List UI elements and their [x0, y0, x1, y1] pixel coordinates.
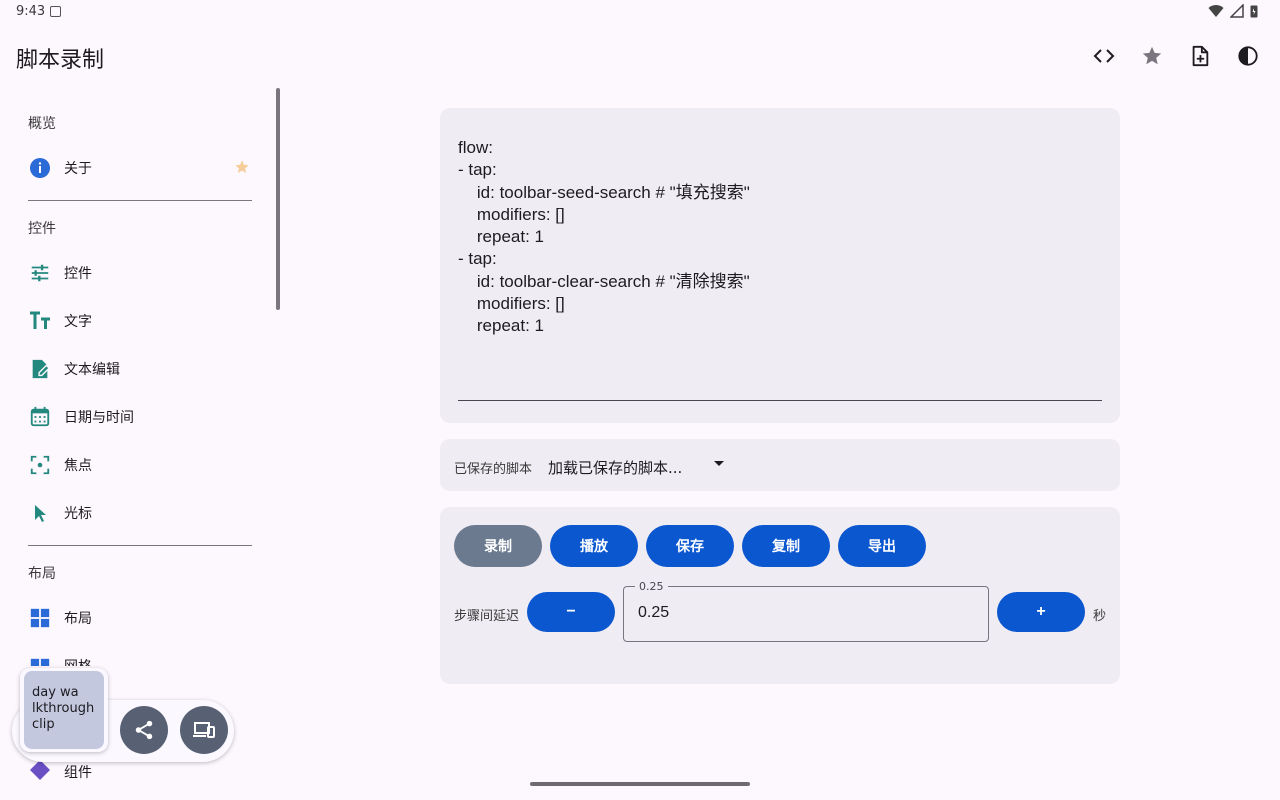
- sidebar-item-label: 文本编辑: [64, 362, 120, 378]
- sidebar-item-grid[interactable]: 网格: [28, 646, 252, 666]
- page-title: 脚本录制: [16, 48, 105, 73]
- sidebar-divider: [28, 200, 252, 201]
- saved-scripts-card: [440, 439, 1120, 491]
- save-button[interactable]: 保存: [646, 525, 734, 567]
- sidebar-scrollbar[interactable]: [276, 88, 280, 310]
- sidebar-item-cursor[interactable]: 光标: [28, 493, 252, 533]
- editor-underline: [458, 400, 1102, 401]
- sidebar-item-date-time[interactable]: 日期与时间: [28, 397, 252, 437]
- section-overview-title: 概览: [28, 116, 56, 132]
- starred-star-icon: [234, 159, 250, 179]
- sidebar-item-label: 组件: [64, 765, 92, 780]
- sidebar-item-text[interactable]: 文字: [28, 301, 252, 341]
- dashboard-icon: [28, 606, 52, 630]
- seconds-unit-label: 秒: [1093, 609, 1107, 624]
- sidebar-item-text-edit[interactable]: 文本编辑: [28, 349, 252, 389]
- note-add-icon: [1192, 45, 1209, 67]
- sidebar-divider: [28, 545, 252, 546]
- record-button[interactable]: 录制: [454, 525, 542, 567]
- devices-button[interactable]: [180, 706, 228, 754]
- sidebar-item-layout[interactable]: 布局: [28, 598, 252, 638]
- devices-icon: [193, 722, 215, 738]
- section-layout-title: 布局: [28, 566, 56, 582]
- diamond-icon: [30, 760, 50, 780]
- saved-scripts-selected: 加载已保存的脚本...: [548, 458, 683, 477]
- signal-icon: [1230, 4, 1244, 18]
- sidebar-item-partial[interactable]: 组件: [30, 760, 110, 780]
- star-icon: [1142, 46, 1162, 65]
- status-time: 9:43: [16, 4, 46, 19]
- sidebar-item-label: 焦点: [64, 458, 92, 474]
- cursor-icon: [28, 501, 52, 525]
- wifi-icon: [1208, 5, 1224, 18]
- script-editor-text[interactable]: flow: - tap: id: toolbar-seed-search # "…: [458, 137, 1102, 338]
- decrement-button[interactable]: −: [527, 592, 615, 632]
- sidebar-item-label: 关于: [64, 161, 92, 177]
- copy-button[interactable]: 复制: [742, 525, 830, 567]
- export-button[interactable]: 导出: [838, 525, 926, 567]
- grid-icon: [28, 656, 52, 666]
- focus-icon: [28, 453, 52, 477]
- step-delay-label: 步骤间延迟: [454, 609, 520, 624]
- share-button[interactable]: [120, 706, 168, 754]
- text-fields-icon: [28, 309, 52, 333]
- info-icon: [28, 156, 52, 180]
- theme-toggle-button[interactable]: [1228, 36, 1268, 76]
- sidebar-item-label: 布局: [64, 611, 92, 627]
- sidebar-item-label: 光标: [64, 506, 92, 522]
- notification-icon: [50, 6, 61, 17]
- contrast-icon: [1238, 46, 1258, 66]
- play-button[interactable]: 播放: [550, 525, 638, 567]
- sidebar-item-controls[interactable]: 控件: [28, 253, 252, 293]
- code-button[interactable]: [1084, 36, 1124, 76]
- gesture-home-bar[interactable]: [530, 782, 750, 786]
- saved-scripts-label: 已保存的脚本: [454, 462, 533, 477]
- sidebar-item-focus[interactable]: 焦点: [28, 445, 252, 485]
- favorite-button[interactable]: [1132, 36, 1172, 76]
- clip-thumbnail[interactable]: day wa lkthrough clip: [24, 671, 104, 749]
- sidebar-item-label: 网格: [64, 656, 92, 666]
- section-controls-title: 控件: [28, 221, 56, 237]
- delay-input[interactable]: [638, 604, 958, 622]
- battery-icon: [1250, 5, 1258, 18]
- sidebar-item-label: 日期与时间: [64, 410, 134, 426]
- edit-note-icon: [28, 357, 52, 381]
- sidebar-item-about[interactable]: 关于: [28, 148, 252, 188]
- new-script-button[interactable]: [1180, 36, 1220, 76]
- sidebar-item-label: 文字: [64, 314, 92, 330]
- calendar-icon: [28, 405, 52, 429]
- code-icon: [1093, 49, 1115, 63]
- dropdown-caret-icon: [714, 461, 724, 466]
- share-icon: [135, 720, 153, 740]
- tune-icon: [28, 261, 52, 285]
- increment-button[interactable]: +: [997, 592, 1085, 632]
- saved-scripts-dropdown[interactable]: 加载已保存的脚本...: [548, 455, 738, 479]
- sidebar-item-label: 控件: [64, 266, 92, 282]
- delay-field-label: 0.25: [635, 580, 668, 593]
- status-icons: [1208, 4, 1258, 18]
